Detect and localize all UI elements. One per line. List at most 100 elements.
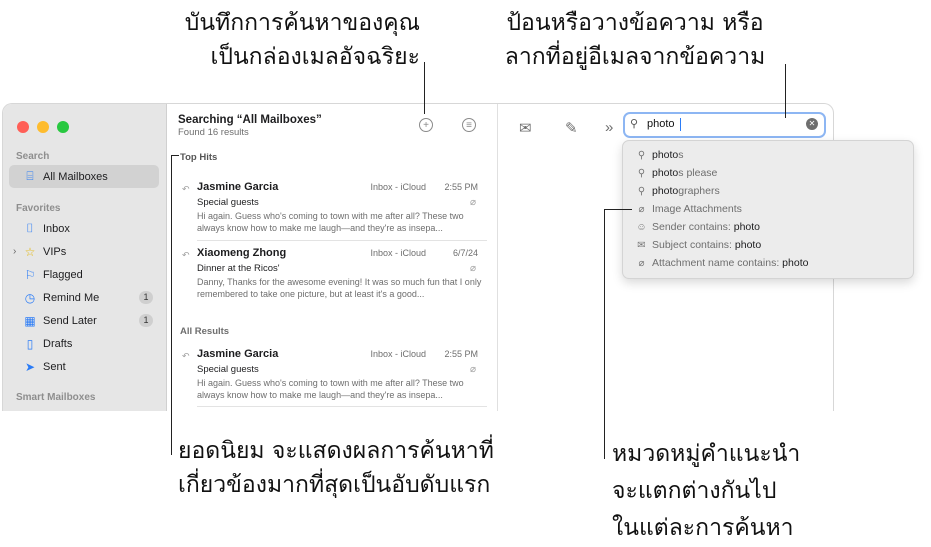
sidebar-item-drafts[interactable]: ▯ Drafts	[9, 332, 159, 355]
filter-icon[interactable]: ≡	[462, 118, 476, 132]
callout-top-hits: ยอดนิยม จะแสดงผลการค้นหาที่ เกี่ยวข้องมา…	[178, 434, 598, 502]
paperclip-icon: ⌀	[469, 364, 476, 375]
callout-line: เกี่ยวข้องมากที่สุดเป็นอับดับแรก	[178, 472, 491, 498]
add-smart-mailbox-icon[interactable]: +	[419, 118, 433, 132]
suggestion-label: Image Attachments	[652, 203, 742, 215]
suggestion-item[interactable]: ⚲ photo graphers	[635, 183, 720, 199]
mailbox-name: Inbox - iCloud	[370, 248, 426, 258]
sender-name: Xiaomeng Zhong	[197, 247, 287, 259]
sidebar-item-inbox[interactable]: ⌷ Inbox	[9, 217, 159, 240]
chevron-right-icon[interactable]: ›	[13, 246, 16, 257]
list-item[interactable]: ↶ Xiaomeng Zhong Inbox - iCloud 6/7/24 D…	[180, 247, 486, 311]
callout-line: บันทึกการค้นหาของคุณ	[184, 10, 420, 36]
callout-line: ในแต่ละการค้นหา	[612, 515, 794, 541]
message-preview: Hi again. Guess who's coming to town wit…	[197, 378, 464, 400]
suggestion-value: photo	[733, 221, 761, 233]
sidebar-item-flagged[interactable]: ⚐ Flagged	[9, 263, 159, 286]
callout-leader-line	[604, 209, 605, 459]
callout-save-search: บันทึกการค้นหาของคุณ เป็นกล่องเมลอัจฉริย…	[150, 6, 420, 74]
paperclip-icon: ⌀	[638, 257, 645, 269]
sidebar-item-sent[interactable]: ➤ Sent	[9, 355, 159, 378]
message-time: 2:55 PM	[444, 349, 478, 359]
paperplane-icon: ➤	[24, 359, 36, 374]
callout-leader-line	[604, 209, 632, 210]
close-button[interactable]	[17, 121, 29, 133]
suggestion-item[interactable]: ⌀ Attachment name contains: photo	[635, 255, 808, 271]
divider	[197, 240, 487, 241]
sidebar-item-label: VIPs	[43, 245, 67, 258]
callout-leader-line	[424, 62, 425, 114]
callout-line: ยอดนิยม จะแสดงผลการค้นหาที่	[178, 438, 494, 464]
suggestion-item[interactable]: ⌀ Image Attachments	[635, 201, 742, 217]
message-time: 2:55 PM	[444, 182, 478, 192]
sidebar: Search ⌸ All Mailboxes Favorites ⌷ Inbox…	[3, 104, 167, 411]
suggestion-rest: s please	[678, 167, 718, 179]
suggestion-value: photo	[734, 239, 762, 251]
list-item[interactable]: ↶ Jasmine Garcia Inbox - iCloud 2:55 PM …	[180, 348, 486, 411]
paperclip-icon: ⌀	[638, 203, 645, 215]
search-suggestions: ⚲ photo s ⚲ photo s please ⚲ photo graphers…	[622, 140, 914, 279]
message-subject: Special guests	[197, 364, 259, 375]
suggestion-item[interactable]: ☺ Sender contains: photo	[635, 219, 760, 235]
search-icon: ⚲	[630, 118, 639, 130]
count-badge: 1	[139, 291, 153, 304]
search-input[interactable]: photo	[647, 118, 675, 130]
message-subject: Special guests	[197, 197, 259, 208]
suggestion-item[interactable]: ⚲ photo s	[635, 147, 684, 163]
sidebar-item-vips[interactable]: › ☆ VIPs	[9, 240, 159, 263]
zoom-button[interactable]	[57, 121, 69, 133]
suggestion-label: Sender contains:	[652, 221, 731, 233]
callout-suggestion-categories: หมวดหมู่คำแนะนำ จะแตกต่างกันไป ในแต่ละกา…	[612, 436, 872, 547]
sidebar-item-all-mailboxes[interactable]: ⌸ All Mailboxes	[9, 165, 159, 188]
count-badge: 1	[139, 314, 153, 327]
search-scope-title: Searching “All Mailboxes”	[178, 114, 322, 126]
callout-leader-line	[785, 64, 786, 118]
suggestion-match: photo	[652, 167, 679, 179]
sidebar-section-favorites: Favorites	[16, 203, 61, 214]
suggestion-value: photo	[782, 257, 809, 269]
callout-line: ป้อนหรือวางข้อความ หรือ	[506, 10, 764, 36]
more-toolbar-icon[interactable]: »	[605, 119, 613, 136]
result-count: Found 16 results	[178, 127, 249, 138]
suggestion-label: Subject contains:	[652, 239, 732, 251]
envelope-icon: ✉	[637, 239, 646, 251]
envelope-icon[interactable]: ✉	[519, 119, 532, 137]
callout-line: ลากที่อยู่อีเมลจากข้อความ	[504, 44, 766, 70]
tray-icon: ⌸	[26, 169, 34, 183]
paperclip-icon: ⌀	[469, 263, 476, 274]
sidebar-item-label: Send Later	[43, 314, 97, 327]
search-icon: ⚲	[637, 167, 646, 179]
sidebar-item-label: Flagged	[43, 268, 83, 281]
inbox-icon: ⌷	[26, 221, 34, 235]
suggestion-match: photo	[652, 149, 679, 161]
sidebar-section-search: Search	[16, 151, 50, 162]
sidebar-item-remind-me[interactable]: ◷ Remind Me 1	[9, 286, 159, 309]
reply-icon: ↶	[182, 351, 190, 361]
compose-icon[interactable]: ✎	[565, 119, 578, 137]
sidebar-item-label: All Mailboxes	[43, 170, 108, 183]
paperclip-icon: ⌀	[469, 197, 476, 208]
calendar-icon: ▦	[24, 313, 36, 328]
search-icon: ⚲	[637, 185, 646, 197]
sidebar-item-send-later[interactable]: ▦ Send Later 1	[9, 309, 159, 332]
callout-enter-text: ป้อนหรือวางข้อความ หรือ ลากที่อยู่อีเมลจ…	[470, 6, 800, 74]
suggestion-item[interactable]: ⚲ photo s please	[635, 165, 718, 181]
sender-name: Jasmine Garcia	[197, 181, 279, 193]
divider	[197, 406, 487, 407]
suggestion-label: Attachment name contains:	[652, 257, 780, 269]
callout-line: หมวดหมู่คำแนะนำ	[612, 441, 801, 467]
callout-leader-line	[171, 155, 172, 455]
minimize-button[interactable]	[37, 121, 49, 133]
sidebar-item-label: Sent	[43, 360, 66, 373]
sender-name: Jasmine Garcia	[197, 348, 279, 360]
clock-icon: ◷	[24, 290, 36, 305]
suggestion-item[interactable]: ✉ Subject contains: photo	[635, 237, 761, 253]
message-time: 6/7/24	[452, 248, 478, 258]
star-icon: ☆	[24, 244, 36, 259]
document-icon: ▯	[26, 336, 34, 351]
list-item[interactable]: ↶ Jasmine Garcia Inbox - iCloud 2:55 PM …	[180, 181, 486, 245]
mailbox-name: Inbox - iCloud	[370, 182, 426, 192]
clear-search-icon[interactable]: ✕	[806, 118, 818, 130]
search-field[interactable]: ⚲ photo ✕	[623, 112, 826, 138]
callout-leader-line	[171, 155, 179, 156]
